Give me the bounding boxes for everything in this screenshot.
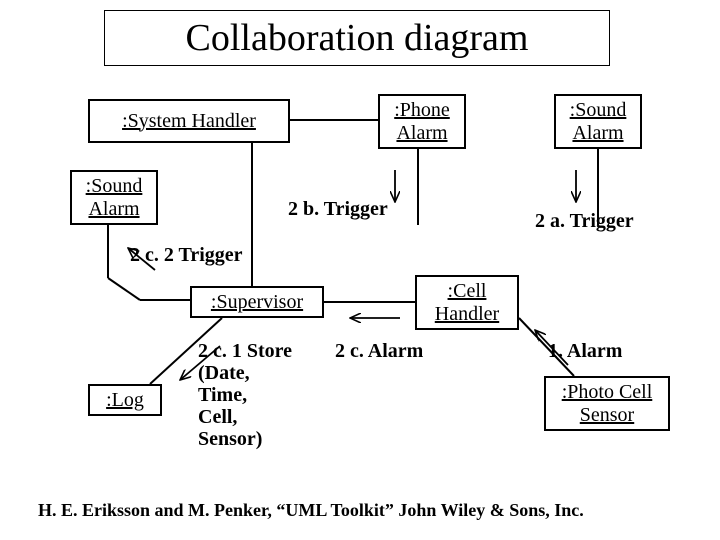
diagram-lines xyxy=(0,0,720,540)
diagram-stage: Collaboration diagram :System Handler :P… xyxy=(0,0,720,540)
citation: H. E. Eriksson and M. Penker, “UML Toolk… xyxy=(38,500,584,521)
msg-2c2-trigger: 2 c. 2 Trigger xyxy=(130,244,243,266)
msg-2c1-store: 2 c. 1 Store (Date, Time, Cell, Sensor) xyxy=(198,340,328,450)
msg-2b-trigger: 2 b. Trigger xyxy=(288,198,388,220)
msg-2a-trigger: 2 a. Trigger xyxy=(535,210,634,232)
msg-1-alarm: 1. Alarm xyxy=(548,340,622,362)
msg-2c-alarm: 2 c. Alarm xyxy=(335,340,423,362)
